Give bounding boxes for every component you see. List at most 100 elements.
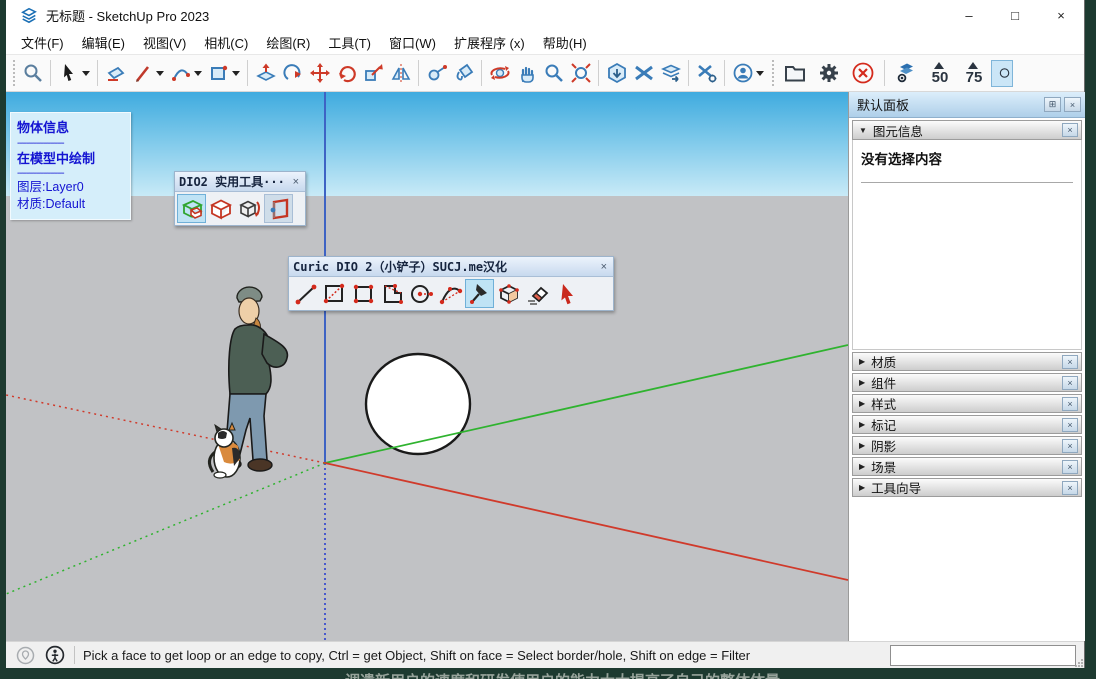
- expand-arrow-icon[interactable]: ▶: [859, 483, 865, 492]
- toolbar-grip[interactable]: [11, 60, 16, 86]
- arc-icon[interactable]: [167, 60, 194, 87]
- toolbar-grip[interactable]: [770, 60, 775, 86]
- tags-close-button[interactable]: ×: [1062, 418, 1078, 432]
- account-icon[interactable]: [729, 60, 756, 87]
- scale-icon[interactable]: [360, 60, 387, 87]
- tags-header[interactable]: ▶ 标记 ×: [852, 415, 1082, 434]
- rotate-icon[interactable]: [333, 60, 360, 87]
- expand-arrow-icon[interactable]: ▶: [859, 357, 865, 366]
- menu-extensions[interactable]: 扩展程序 (x): [445, 30, 534, 55]
- materials-close-button[interactable]: ×: [1062, 355, 1078, 369]
- layers-export-icon[interactable]: [657, 60, 684, 87]
- components-close-button[interactable]: ×: [1062, 376, 1078, 390]
- cube-rotate-icon[interactable]: [235, 194, 264, 223]
- account-dropdown-icon[interactable]: [756, 71, 764, 76]
- styles-header[interactable]: ▶ 样式 ×: [852, 394, 1082, 413]
- pan-icon[interactable]: [513, 60, 540, 87]
- dio2-close-icon[interactable]: ×: [291, 176, 301, 188]
- zoom-window-icon[interactable]: [19, 60, 46, 87]
- eraser-icon[interactable]: [102, 60, 129, 87]
- measurement-input[interactable]: [890, 645, 1076, 666]
- rect-diagonal-icon[interactable]: [320, 279, 349, 308]
- arc-3pt-icon[interactable]: [436, 279, 465, 308]
- push-pull-icon[interactable]: [252, 60, 279, 87]
- maximize-button[interactable]: □: [992, 0, 1038, 30]
- model-viewport[interactable]: 物体信息 -------------------- 在模型中绘制 -------…: [6, 92, 848, 641]
- curic-dio-toolbar[interactable]: Curic DIO 2（小铲子）SUCJ.me汉化 ×: [288, 256, 614, 311]
- select-arrow-icon[interactable]: [55, 60, 82, 87]
- circle-center-icon[interactable]: [407, 279, 436, 308]
- expand-arrow-icon[interactable]: ▶: [859, 420, 865, 429]
- extension-hexagon-icon[interactable]: [603, 60, 630, 87]
- sketchup-eye-icon[interactable]: [889, 60, 923, 87]
- menu-tools[interactable]: 工具(T): [319, 30, 380, 55]
- move-icon[interactable]: [306, 60, 333, 87]
- red-cube-icon[interactable]: [206, 194, 235, 223]
- instructor-close-button[interactable]: ×: [1062, 481, 1078, 495]
- components-header[interactable]: ▶ 组件 ×: [852, 373, 1082, 392]
- minimize-button[interactable]: –: [946, 0, 992, 30]
- eraser2-icon[interactable]: [523, 279, 552, 308]
- rectangle-icon[interactable]: [205, 60, 232, 87]
- soften-cube-icon[interactable]: [494, 279, 523, 308]
- curic-close-icon[interactable]: ×: [599, 261, 609, 273]
- rect-corners-icon[interactable]: [349, 279, 378, 308]
- zoom-icon[interactable]: [540, 60, 567, 87]
- scenes-close-button[interactable]: ×: [1062, 460, 1078, 474]
- abort-red-x-icon[interactable]: [846, 60, 880, 87]
- l-polygon-icon[interactable]: [378, 279, 407, 308]
- select-dropdown-icon[interactable]: [82, 71, 90, 76]
- info-figure-icon[interactable]: [44, 644, 66, 666]
- zoom-50-icon[interactable]: 50: [923, 60, 957, 87]
- pencil-icon[interactable]: [129, 60, 156, 87]
- shadows-close-button[interactable]: ×: [1062, 439, 1078, 453]
- orbit-icon[interactable]: [486, 60, 513, 87]
- zoom-75-icon[interactable]: 75: [957, 60, 991, 87]
- curic-toolbar-titlebar[interactable]: Curic DIO 2（小铲子）SUCJ.me汉化 ×: [289, 257, 613, 277]
- pencil-dropdown-icon[interactable]: [156, 71, 164, 76]
- menu-edit[interactable]: 编辑(E): [73, 30, 134, 55]
- tape-measure-icon[interactable]: [423, 60, 450, 87]
- expand-arrow-icon[interactable]: ▶: [859, 441, 865, 450]
- scenes-header[interactable]: ▶ 场景 ×: [852, 457, 1082, 476]
- instructor-header[interactable]: ▶ 工具向导 ×: [852, 478, 1082, 497]
- flip-icon[interactable]: [387, 60, 414, 87]
- menu-file[interactable]: 文件(F): [12, 30, 73, 55]
- menu-help[interactable]: 帮助(H): [534, 30, 596, 55]
- rectangle-dropdown-icon[interactable]: [232, 71, 240, 76]
- geolocation-icon[interactable]: [14, 644, 36, 666]
- line-icon[interactable]: [291, 279, 320, 308]
- box-wrap-icon[interactable]: [177, 194, 206, 223]
- entity-info-header[interactable]: ▼ 图元信息 ×: [852, 120, 1082, 140]
- styles-close-button[interactable]: ×: [1062, 397, 1078, 411]
- paint-bucket-icon[interactable]: [450, 60, 477, 87]
- expand-arrow-icon[interactable]: ▶: [859, 399, 865, 408]
- section-gear-icon[interactable]: [693, 60, 720, 87]
- menu-camera[interactable]: 相机(C): [195, 30, 257, 55]
- shadows-header[interactable]: ▶ 阴影 ×: [852, 436, 1082, 455]
- panel-close-button[interactable]: ×: [1064, 97, 1081, 112]
- dio2-toolbar[interactable]: DIO2 实用工具··· ×: [174, 171, 306, 226]
- trowel-icon[interactable]: [465, 279, 494, 308]
- cross-section-icon[interactable]: [630, 60, 657, 87]
- panel-pin-button[interactable]: ⊞: [1044, 97, 1061, 112]
- red-cursor-icon[interactable]: [552, 279, 581, 308]
- materials-header[interactable]: ▶ 材质 ×: [852, 352, 1082, 371]
- menu-view[interactable]: 视图(V): [134, 30, 195, 55]
- close-button[interactable]: ×: [1038, 0, 1084, 30]
- expand-arrow-icon[interactable]: ▶: [859, 378, 865, 387]
- follow-me-icon[interactable]: [279, 60, 306, 87]
- settings-gear-icon[interactable]: [812, 60, 846, 87]
- dio2-toolbar-titlebar[interactable]: DIO2 实用工具··· ×: [175, 172, 305, 192]
- menu-window[interactable]: 窗口(W): [380, 30, 445, 55]
- expand-arrow-icon[interactable]: ▶: [859, 462, 865, 471]
- menu-draw[interactable]: 绘图(R): [257, 30, 319, 55]
- panel-header[interactable]: 默认面板 ⊞ ×: [849, 92, 1085, 118]
- door-icon[interactable]: [264, 194, 293, 223]
- zoom-extents-icon[interactable]: [567, 60, 594, 87]
- arc-dropdown-icon[interactable]: [194, 71, 202, 76]
- folder-icon[interactable]: [778, 60, 812, 87]
- entity-info-close-button[interactable]: ×: [1062, 123, 1078, 137]
- resize-grip[interactable]: [1075, 659, 1083, 667]
- partial-circle-icon[interactable]: [991, 60, 1013, 87]
